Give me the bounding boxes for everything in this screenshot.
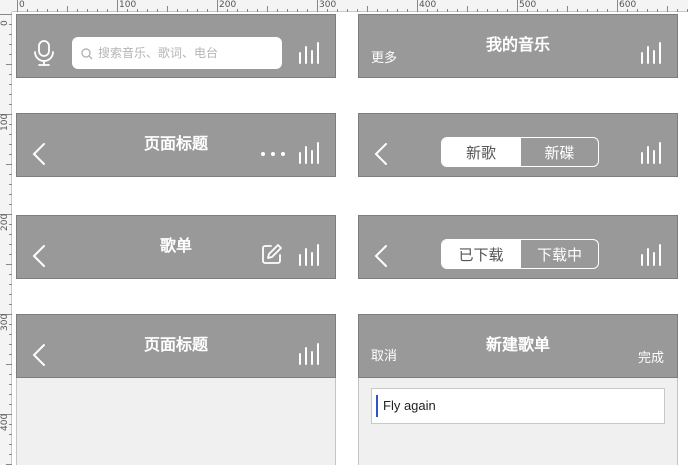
download-nav-bar: 已下载 下载中 xyxy=(358,215,678,279)
playlist-name-value: Fly again xyxy=(383,398,436,413)
equalizer-icon[interactable] xyxy=(298,243,322,267)
ruler-label-600: 600 xyxy=(619,0,637,10)
download-segmented-control: 已下载 下载中 xyxy=(441,239,599,269)
page-nav-bar-with-more: 页面标题 xyxy=(16,113,336,177)
more-icon[interactable] xyxy=(260,151,286,157)
search-nav-bar: 搜索音乐、歌词、电台 xyxy=(16,14,336,78)
equalizer-icon[interactable] xyxy=(298,41,322,65)
page-title: 我的音乐 xyxy=(485,37,550,54)
equalizer-icon[interactable] xyxy=(298,141,322,165)
page-title: 页面标题 xyxy=(143,337,208,354)
ruler-label-v300: 300 xyxy=(0,313,10,331)
back-icon[interactable] xyxy=(374,142,388,166)
ruler-label-v100: 100 xyxy=(0,113,10,131)
equalizer-icon[interactable] xyxy=(640,141,664,165)
microphone-icon[interactable] xyxy=(33,39,55,67)
ruler-label-300: 300 xyxy=(319,0,337,10)
horizontal-ruler: 0 100 200 300 400 500 600 xyxy=(0,0,688,12)
my-music-nav-bar: 更多 我的音乐 xyxy=(358,14,678,78)
ruler-label-500: 500 xyxy=(519,0,537,10)
tab-downloaded[interactable]: 已下载 xyxy=(442,240,520,268)
cancel-button[interactable]: 取消 xyxy=(371,345,397,364)
search-input[interactable]: 搜索音乐、歌词、电台 xyxy=(72,37,282,69)
ruler-label-100: 100 xyxy=(119,0,137,10)
search-placeholder: 搜索音乐、歌词、电台 xyxy=(98,46,219,60)
done-button[interactable]: 完成 xyxy=(638,347,664,366)
new-playlist-form: Fly again xyxy=(358,378,678,465)
ruler-label-v400: 400 xyxy=(0,413,10,431)
ruler-label-400: 400 xyxy=(419,0,437,10)
ruler-label-200: 200 xyxy=(219,0,237,10)
ruler-corner xyxy=(0,0,12,12)
vertical-ruler: 0 100 200 300 400 xyxy=(0,0,12,465)
tab-new-albums[interactable]: 新碟 xyxy=(520,138,598,166)
ruler-label-0: 0 xyxy=(19,0,25,10)
search-icon xyxy=(81,47,93,65)
ruler-label-v0: 0 xyxy=(0,20,10,26)
equalizer-icon[interactable] xyxy=(640,41,664,65)
back-icon[interactable] xyxy=(32,343,46,367)
page-title: 页面标题 xyxy=(143,136,208,153)
vertical-ruler-ticks xyxy=(0,14,12,465)
back-icon[interactable] xyxy=(374,244,388,268)
new-songs-nav-bar: 新歌 新碟 xyxy=(358,113,678,177)
page-title: 歌单 xyxy=(159,238,192,255)
text-caret xyxy=(376,395,378,417)
page-title: 新建歌单 xyxy=(485,337,550,354)
playlist-name-field[interactable]: Fly again xyxy=(371,388,665,424)
content-area xyxy=(16,378,336,465)
more-button[interactable]: 更多 xyxy=(371,47,397,66)
tab-new-songs[interactable]: 新歌 xyxy=(442,138,520,166)
back-icon[interactable] xyxy=(32,142,46,166)
songs-segmented-control: 新歌 新碟 xyxy=(441,137,599,167)
edit-icon[interactable] xyxy=(261,243,283,265)
horizontal-ruler-ticks xyxy=(17,0,688,12)
new-playlist-nav-bar: 取消 新建歌单 完成 xyxy=(358,314,678,378)
tab-downloading[interactable]: 下载中 xyxy=(520,240,598,268)
ruler-label-v200: 200 xyxy=(0,213,10,231)
equalizer-icon[interactable] xyxy=(298,342,322,366)
playlist-nav-bar: 歌单 xyxy=(16,215,336,279)
page-nav-bar-plain: 页面标题 xyxy=(16,314,336,378)
back-icon[interactable] xyxy=(32,244,46,268)
equalizer-icon[interactable] xyxy=(640,243,664,267)
